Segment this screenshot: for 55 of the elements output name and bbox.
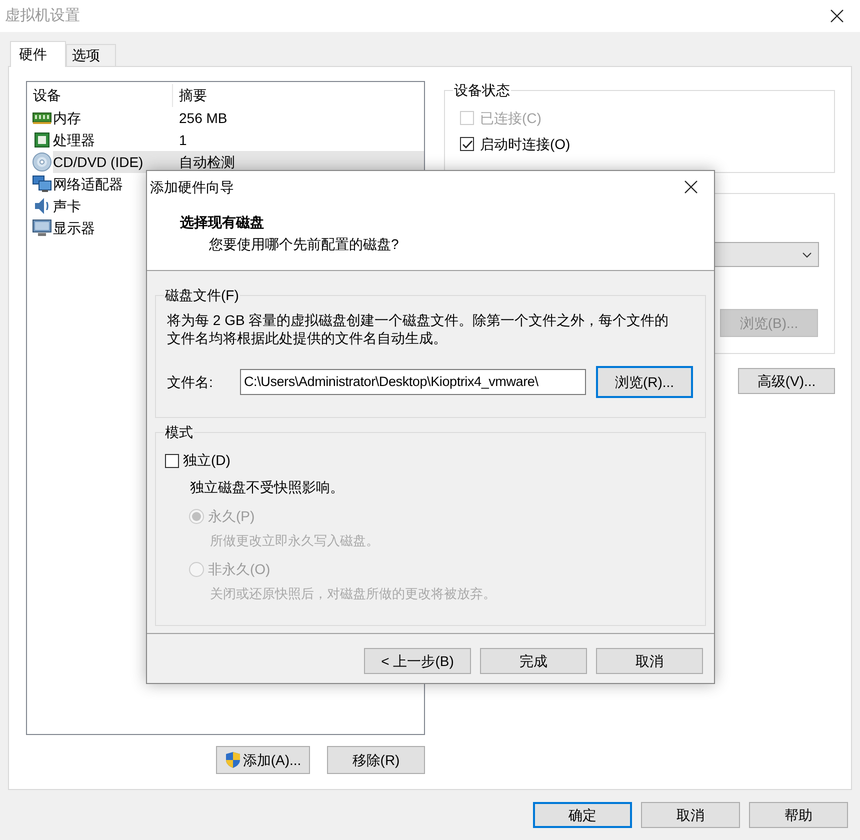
close-icon[interactable] — [684, 180, 698, 194]
device-name: 声卡 — [53, 198, 81, 214]
list-row[interactable]: 内存 256 MB — [53, 107, 424, 129]
advanced-button[interactable]: 高级(V)... — [738, 368, 835, 394]
checkbox-label: 独立(D) — [183, 451, 230, 470]
note-text: 所做更改立即永久写入磁盘。 — [209, 532, 379, 550]
button[interactable]: 取消 — [596, 648, 703, 674]
button[interactable]: 确定 — [533, 802, 632, 828]
device-name: 内存 — [53, 110, 81, 126]
device-summary: 自动检测 — [179, 152, 235, 172]
group-title: 磁盘文件(F) — [164, 286, 240, 304]
device-name: 处理器 — [53, 132, 95, 148]
radio-label: 永久(P) — [208, 507, 255, 526]
button[interactable]: 添加(A)... — [216, 746, 310, 774]
checkbox-label: 启动时连接(O) — [480, 134, 570, 154]
filename-field[interactable]: C:\Users\Administrator\Desktop\Kioptrix4_vmware\ — [240, 369, 586, 395]
tab[interactable]: 硬件 — [10, 41, 66, 67]
chevron-down-icon — [802, 252, 812, 258]
description-text: 将为每 2 GB 容量的虚拟磁盘创建一个磁盘文件。除第一个文件之外，每个文件的文件名均将根据此处提供的文件名自动生成。 — [167, 311, 670, 347]
check-icon — [462, 140, 472, 148]
radio-label: 非永久(O) — [208, 560, 270, 579]
checkbox[interactable] — [165, 454, 179, 468]
dialog-heading: 选择现有磁盘 — [179, 213, 264, 232]
checkbox-label: 已连接(C) — [480, 108, 542, 128]
window-title: 虚拟机设置 — [5, 6, 80, 26]
disc-icon — [32, 152, 52, 172]
device-name: CD/DVD (IDE) — [53, 154, 144, 170]
column-header[interactable]: 设备 — [27, 84, 173, 107]
note-text: 关闭或还原快照后，对磁盘所做的更改将被放弃。 — [209, 584, 496, 602]
button[interactable]: 完成 — [480, 648, 587, 674]
memory-chip-icon — [32, 111, 52, 125]
device-summary: 256 MB — [179, 108, 228, 128]
dialog-title: 添加硬件向导 — [150, 178, 234, 196]
group-title: 设备状态 — [453, 81, 511, 99]
processor-chip-icon — [33, 131, 51, 149]
browse-button[interactable]: 浏览(R)... — [596, 366, 693, 398]
button[interactable]: 移除(R) — [327, 746, 425, 774]
close-icon[interactable] — [830, 9, 844, 23]
checkbox[interactable] — [460, 137, 474, 151]
list-row[interactable]: CD/DVD (IDE) 自动检测 — [53, 151, 424, 173]
button[interactable]: < 上一步(B) — [364, 648, 471, 674]
button[interactable]: 取消 — [641, 802, 740, 828]
field-label: 文件名: — [167, 372, 214, 392]
monitor-icon — [32, 219, 52, 237]
device-summary: 1 — [179, 130, 187, 150]
shield-icon — [224, 751, 241, 769]
network-monitors-icon — [32, 175, 52, 193]
column-header[interactable]: 摘要 — [173, 84, 424, 107]
dialog-subheading: 您要使用哪个先前配置的磁盘? — [208, 235, 399, 254]
tab[interactable]: 选项 — [66, 44, 116, 66]
note-text: 独立磁盘不受快照影响。 — [189, 478, 344, 497]
list-row[interactable]: 处理器 1 — [53, 129, 424, 151]
speaker-icon — [34, 197, 50, 215]
group-title: 模式 — [164, 423, 194, 441]
button[interactable]: 帮助 — [749, 802, 848, 828]
